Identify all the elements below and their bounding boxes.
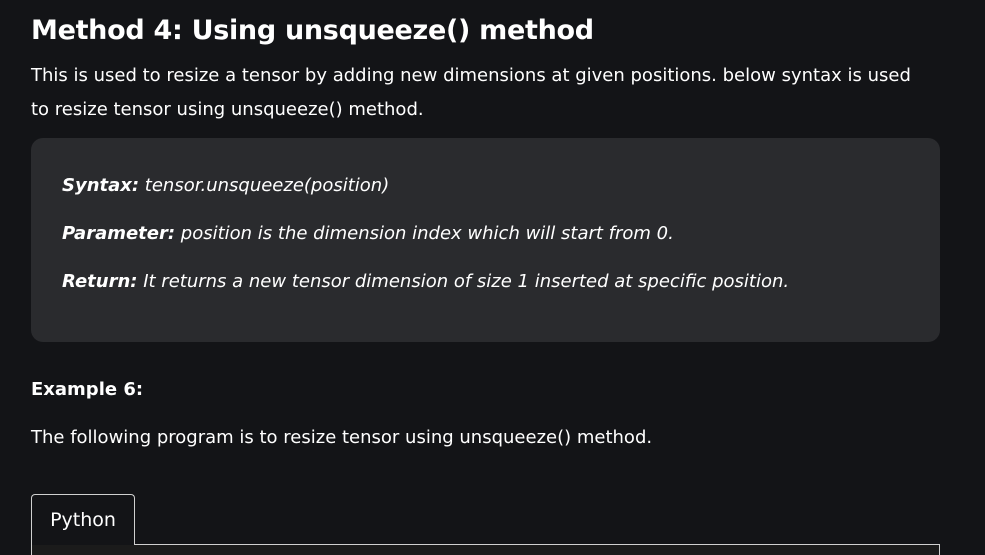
syntax-box: Syntax: tensor.unsqueeze(position) Param… xyxy=(31,138,940,342)
syntax-label: Syntax: xyxy=(62,175,140,196)
article-page: Method 4: Using unsqueeze() method This … xyxy=(0,0,985,555)
example-description: The following program is to resize tenso… xyxy=(31,427,653,448)
syntax-line: Syntax: tensor.unsqueeze(position) xyxy=(62,172,909,200)
example-heading: Example 6: xyxy=(31,379,144,400)
parameter-value: position is the dimension index which wi… xyxy=(175,223,674,244)
return-label: Return: xyxy=(62,271,138,292)
section-title: Method 4: Using unsqueeze() method xyxy=(31,15,594,46)
code-block: Python xyxy=(31,494,940,555)
return-value: It returns a new tensor dimension of siz… xyxy=(137,271,790,292)
parameter-label: Parameter: xyxy=(62,223,176,244)
code-panel xyxy=(31,544,940,555)
intro-paragraph: This is used to resize a tensor by addin… xyxy=(31,65,911,120)
parameter-line: Parameter: position is the dimension ind… xyxy=(62,220,909,248)
return-line: Return: It returns a new tensor dimensio… xyxy=(62,268,909,296)
tab-python[interactable]: Python xyxy=(31,494,135,545)
syntax-value: tensor.unsqueeze(position) xyxy=(139,175,390,196)
